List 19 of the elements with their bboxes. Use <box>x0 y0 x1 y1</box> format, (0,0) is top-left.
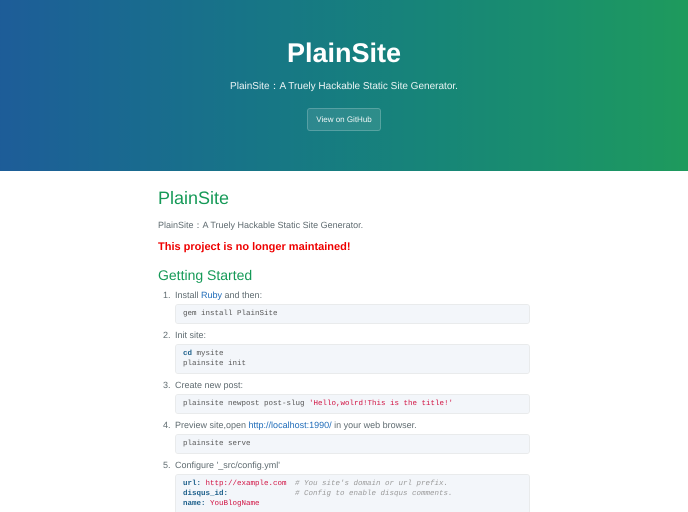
site-title: PlainSite <box>286 37 402 70</box>
page-title: PlainSite <box>158 187 230 209</box>
step-text: Create new post: <box>175 379 244 391</box>
link[interactable]: http://localhost:1990/ <box>248 420 332 430</box>
step-number: 4. <box>163 419 172 431</box>
step-text: Configure '_src/config.yml' <box>175 459 280 471</box>
step-number: 5. <box>163 459 172 471</box>
site-tagline: PlainSite：A Truely Hackable Static Site Generator. <box>230 80 458 94</box>
step-number: 3. <box>163 379 172 391</box>
intro-text: PlainSite：A Truely Hackable Static Site Generator. <box>158 219 364 232</box>
step-number: 1. <box>163 289 172 301</box>
step-text: Preview site,open http://localhost:1990/ in your web browser. <box>175 419 417 431</box>
step-text: Init site: <box>175 329 206 341</box>
section-title: Getting Started <box>158 266 254 284</box>
step-number: 2. <box>163 329 172 341</box>
link[interactable]: Ruby <box>201 290 222 300</box>
github-button[interactable]: View on GitHub <box>307 108 381 131</box>
step-text: Install Ruby and then: <box>175 289 262 301</box>
warning-text: This project is no longer maintained! <box>158 240 352 254</box>
